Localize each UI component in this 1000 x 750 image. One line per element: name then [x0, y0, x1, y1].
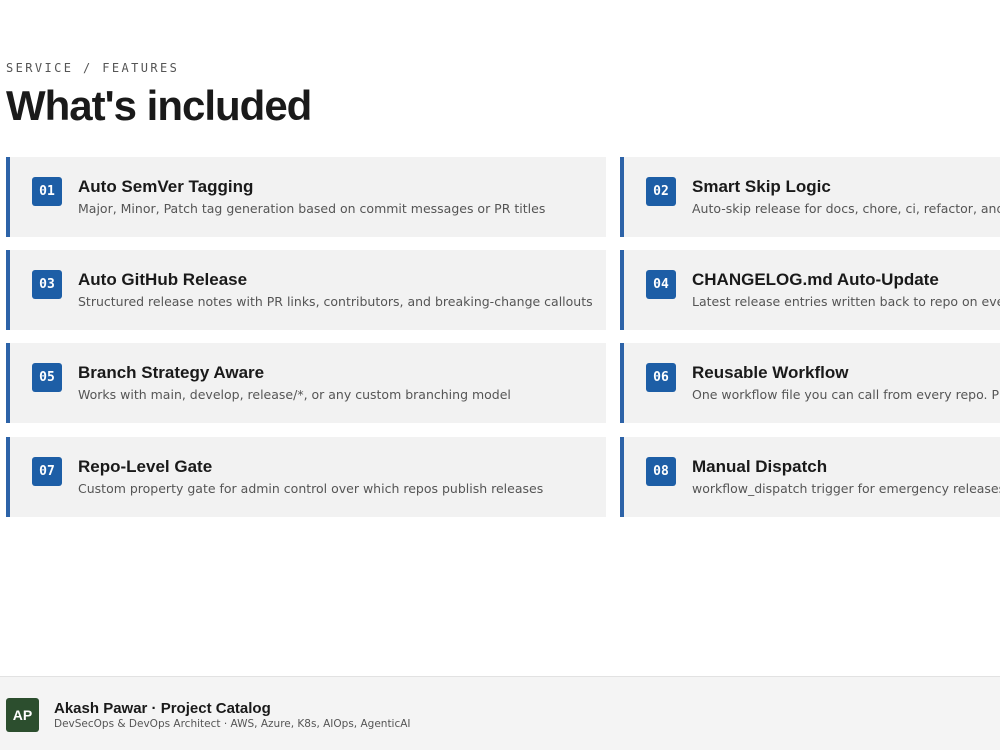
feature-number-badge: 01 [32, 177, 62, 206]
feature-description: Latest release entries written back to r… [692, 294, 1000, 309]
feature-title: CHANGELOG.md Auto-Update [692, 270, 939, 289]
feature-number-badge: 08 [646, 457, 676, 486]
feature-number-badge: 05 [32, 363, 62, 392]
feature-title: Smart Skip Logic [692, 177, 831, 196]
feature-card: 07 Repo-Level Gate Custom property gate … [6, 437, 606, 517]
feature-description: Major, Minor, Patch tag generation based… [78, 201, 546, 216]
feature-title: Auto SemVer Tagging [78, 177, 254, 196]
feature-number-badge: 03 [32, 270, 62, 299]
feature-title: Manual Dispatch [692, 457, 828, 476]
feature-card: 01 Auto SemVer Tagging Major, Minor, Pat… [6, 157, 606, 237]
feature-card: 06 Reusable Workflow One workflow file y… [620, 343, 1000, 423]
feature-number-badge: 06 [646, 363, 676, 392]
feature-card: 05 Branch Strategy Aware Works with main… [6, 343, 606, 423]
features-page: SERVICE / FEATURES What's included 01 Au… [0, 0, 1000, 750]
footer-title: Akash Pawar · Project Catalog [54, 700, 271, 717]
feature-card: 03 Auto GitHub Release Structured releas… [6, 250, 606, 330]
feature-grid: 01 Auto SemVer Tagging Major, Minor, Pat… [0, 0, 1000, 750]
feature-title: Reusable Workflow [692, 363, 849, 382]
feature-description: Auto-skip release for docs, chore, ci, r… [692, 201, 1000, 216]
feature-card: 08 Manual Dispatch workflow_dispatch tri… [620, 437, 1000, 517]
feature-description: workflow_dispatch trigger for emergency … [692, 481, 1000, 496]
feature-number-badge: 04 [646, 270, 676, 299]
footer-subtitle: DevSecOps & DevOps Architect · AWS, Azur… [54, 718, 411, 730]
feature-title: Branch Strategy Aware [78, 363, 265, 382]
feature-card: 04 CHANGELOG.md Auto-Update Latest relea… [620, 250, 1000, 330]
avatar: AP [6, 698, 39, 732]
feature-number-badge: 02 [646, 177, 676, 206]
feature-description: Works with main, develop, release/*, or … [78, 387, 511, 402]
feature-card: 02 Smart Skip Logic Auto-skip release fo… [620, 157, 1000, 237]
feature-title: Repo-Level Gate [78, 457, 213, 476]
feature-number-badge: 07 [32, 457, 62, 486]
page-footer: AP Akash Pawar · Project Catalog DevSecO… [0, 676, 1000, 750]
feature-description: Structured release notes with PR links, … [78, 294, 593, 309]
feature-title: Auto GitHub Release [78, 270, 248, 289]
feature-description: One workflow file you can call from ever… [692, 387, 1000, 402]
feature-description: Custom property gate for admin control o… [78, 481, 544, 496]
